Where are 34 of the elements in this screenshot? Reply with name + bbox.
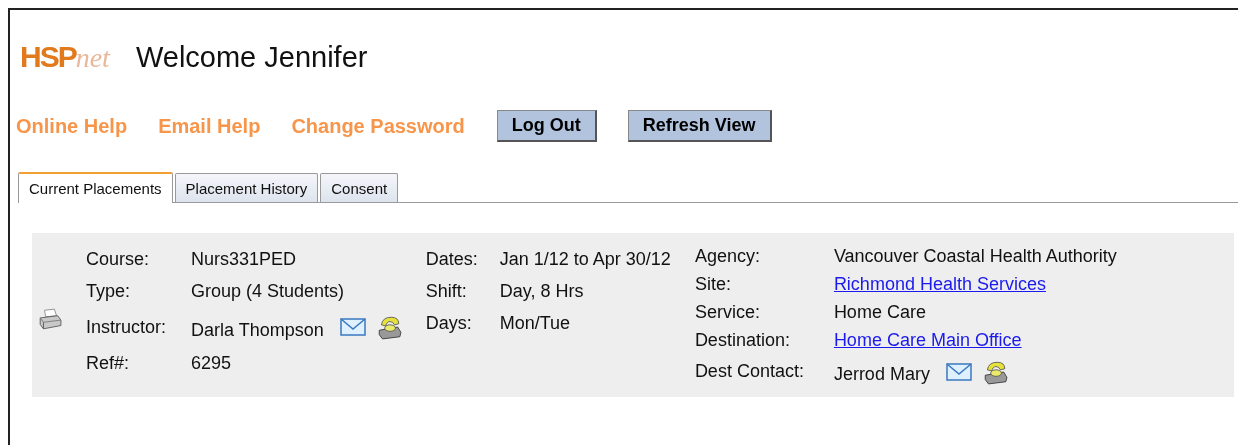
- welcome-heading: Welcome Jennifer: [135, 40, 368, 74]
- logo: HSPnet: [20, 42, 110, 72]
- field-label: Site:: [694, 274, 732, 296]
- field-value: Day, 8 Hrs: [499, 280, 584, 302]
- action-button[interactable]: Log Out: [496, 110, 597, 142]
- field-value: Darla Thompson: [191, 319, 324, 341]
- action-button[interactable]: Refresh View: [627, 110, 772, 142]
- printer-icon[interactable]: [38, 308, 62, 330]
- field-link[interactable]: Richmond Health Services: [833, 274, 1046, 296]
- field-value: Nurs331PED: [191, 248, 297, 270]
- field-value: 6295: [191, 352, 232, 374]
- field-label: Dest Contact:: [694, 361, 805, 383]
- field-label: Course:: [86, 248, 151, 270]
- field-value: Vancouver Coastal Health Authority: [833, 246, 1117, 268]
- field-value: Group (4 Students): [191, 280, 345, 302]
- field-label: Ref#:: [86, 352, 131, 374]
- envelope-icon[interactable]: [339, 318, 366, 336]
- field-label: Destination:: [694, 329, 791, 351]
- field-label: Instructor:: [86, 316, 168, 338]
- field-label: Days:: [425, 312, 473, 334]
- field-link[interactable]: Home Care Main Office: [833, 329, 1022, 351]
- field-label: Shift:: [425, 280, 468, 302]
- field-value: Home Care: [833, 302, 926, 324]
- envelope-icon[interactable]: [945, 362, 972, 381]
- field-label: Agency:: [694, 246, 761, 268]
- field-label: Type:: [86, 280, 132, 302]
- field-value: Jan 1/12 to Apr 30/12: [499, 248, 671, 270]
- field-value: Jerrod Mary: [833, 364, 930, 386]
- tab[interactable]: Placement History: [174, 173, 319, 202]
- field-label: Service:: [694, 302, 761, 324]
- field-label: Dates:: [425, 248, 479, 270]
- tab[interactable]: Consent: [320, 173, 399, 202]
- field-value: Mon/Tue: [499, 312, 571, 334]
- tab[interactable]: Current Placements: [18, 172, 173, 203]
